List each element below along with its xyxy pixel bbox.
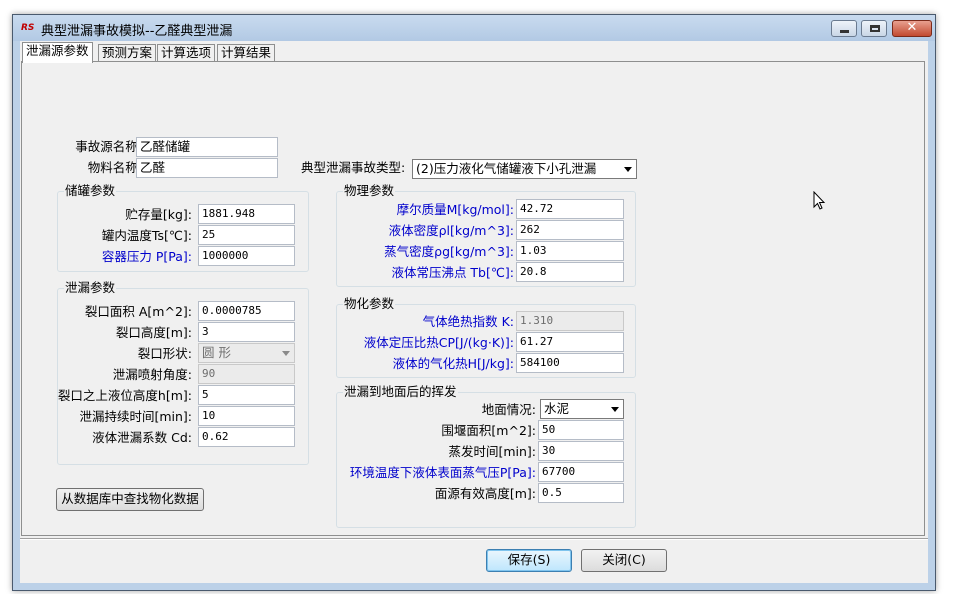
ground-type-label: 地面情况: xyxy=(481,402,536,417)
chevron-down-icon xyxy=(282,351,290,356)
liquid-density-label: 液体密度ρl[kg/m^3]: xyxy=(388,223,514,238)
heat-capacity-label: 液体定压比热CP[J/(kg·K)]: xyxy=(363,335,514,350)
adiabatic-index-label: 气体绝热指数 K: xyxy=(422,314,514,329)
ground-type-select[interactable]: 水泥 xyxy=(540,399,624,419)
breach-height-input[interactable]: 3 xyxy=(198,322,295,342)
leak-source-panel: 事故源名称: 乙醛储罐 物料名称: 乙醛 典型泄漏事故类型: (2)压力液化气储… xyxy=(21,61,925,536)
close-icon: ✕ xyxy=(906,20,918,35)
chevron-down-icon xyxy=(624,167,632,172)
tab-forecast-plan[interactable]: 预测方案 xyxy=(98,44,157,62)
vapor-pressure-label: 环境温度下液体表面蒸气压P[Pa]: xyxy=(349,465,536,480)
leak-coef-input[interactable]: 0.62 xyxy=(198,427,295,447)
material-name-label: 物料名称: xyxy=(87,160,142,175)
breach-area-label: 裂口面积 A[m^2]: xyxy=(84,304,192,319)
minimize-button[interactable] xyxy=(831,20,857,37)
vessel-pressure-label: 容器压力 P[Pa]: xyxy=(101,249,192,264)
material-name-input[interactable]: 乙醛 xyxy=(136,158,278,178)
liquid-level-label: 裂口之上液位高度h[m]: xyxy=(57,388,192,403)
ground-type-value: 水泥 xyxy=(544,401,570,416)
mouse-pointer-icon xyxy=(813,191,826,210)
source-name-label: 事故源名称: xyxy=(75,139,142,154)
window-title: 典型泄漏事故模拟--乙醛典型泄漏 xyxy=(41,24,233,39)
boiling-point-input[interactable]: 20.8 xyxy=(516,262,624,282)
close-button[interactable]: 关闭(C) xyxy=(581,549,667,572)
tab-calc-results[interactable]: 计算结果 xyxy=(217,44,276,62)
leak-type-label: 典型泄漏事故类型: xyxy=(301,160,406,175)
jet-angle-label: 泄漏喷射角度: xyxy=(112,367,192,382)
jet-angle-input: 90 xyxy=(198,364,295,384)
maximize-icon xyxy=(870,25,880,32)
heat-capacity-input[interactable]: 61.27 xyxy=(516,332,624,352)
source-height-label: 面源有效高度[m]: xyxy=(434,486,536,501)
client-area: 泄漏源参数 预测方案 计算选项 计算结果 事故源名称: 乙醛储罐 物料名称: 乙… xyxy=(20,41,928,583)
leak-duration-input[interactable]: 10 xyxy=(198,406,295,426)
title-bar[interactable]: RS 典型泄漏事故模拟--乙醛典型泄漏 ✕ xyxy=(13,15,935,41)
close-window-button[interactable]: ✕ xyxy=(892,20,932,37)
vaporization-heat-input[interactable]: 584100 xyxy=(516,353,624,373)
liquid-density-input[interactable]: 262 xyxy=(516,220,624,240)
vessel-pressure-input[interactable]: 1000000 xyxy=(198,246,295,266)
tab-leak-source-params[interactable]: 泄漏源参数 xyxy=(22,42,93,63)
molar-mass-input[interactable]: 42.72 xyxy=(516,199,624,219)
tank-temp-input[interactable]: 25 xyxy=(198,225,295,245)
tab-calc-options[interactable]: 计算选项 xyxy=(157,44,216,62)
tank-temp-label: 罐内温度Ts[℃]: xyxy=(101,228,192,243)
breach-shape-label: 裂口形状: xyxy=(137,346,192,361)
breach-shape-select: 圆 形 xyxy=(198,343,295,363)
leak-params-title: 泄漏参数 xyxy=(64,280,117,296)
leak-duration-label: 泄漏持续时间[min]: xyxy=(79,409,192,424)
evaporation-title: 泄漏到地面后的挥发 xyxy=(343,384,458,400)
vaporization-heat-label: 液体的气化热H[J/kg]: xyxy=(392,356,514,371)
liquid-level-input[interactable]: 5 xyxy=(198,385,295,405)
leak-coef-label: 液体泄漏系数 Cd: xyxy=(92,430,192,445)
vapor-density-label: 蒸气密度ρg[kg/m^3]: xyxy=(384,244,514,259)
breach-height-label: 裂口高度[m]: xyxy=(115,325,192,340)
dike-area-label: 围堰面积[m^2]: xyxy=(441,423,536,438)
chemical-params-title: 物化参数 xyxy=(343,296,396,312)
evap-time-label: 蒸发时间[min]: xyxy=(448,444,536,459)
footer-separator xyxy=(20,538,928,540)
storage-input[interactable]: 1881.948 xyxy=(198,204,295,224)
leak-type-value: (2)压力液化气储罐液下小孔泄漏 xyxy=(416,161,597,176)
tank-params-title: 储罐参数 xyxy=(64,183,117,199)
source-height-input[interactable]: 0.5 xyxy=(538,483,624,503)
leak-type-select[interactable]: (2)压力液化气储罐液下小孔泄漏 xyxy=(412,159,637,179)
maximize-button[interactable] xyxy=(861,20,887,37)
storage-label: 贮存量[kg]: xyxy=(125,207,192,222)
breach-shape-value: 圆 形 xyxy=(202,345,231,360)
adiabatic-index-input: 1.310 xyxy=(516,311,624,331)
minimize-icon xyxy=(840,30,849,33)
main-window: RS 典型泄漏事故模拟--乙醛典型泄漏 ✕ 泄漏源参数 预测方案 计算选项 计算… xyxy=(12,14,936,591)
save-button[interactable]: 保存(S) xyxy=(486,549,572,572)
chevron-down-icon xyxy=(611,407,619,412)
boiling-point-label: 液体常压沸点 Tb[℃]: xyxy=(391,265,514,280)
lookup-database-button[interactable]: 从数据库中查找物化数据 xyxy=(56,488,204,511)
physical-params-title: 物理参数 xyxy=(343,183,396,199)
vapor-pressure-input[interactable]: 67700 xyxy=(538,462,624,482)
evap-time-input[interactable]: 30 xyxy=(538,441,624,461)
molar-mass-label: 摩尔质量M[kg/mol]: xyxy=(396,202,514,217)
source-name-input[interactable]: 乙醛储罐 xyxy=(136,137,278,157)
breach-area-input[interactable]: 0.0000785 xyxy=(198,301,295,321)
app-logo-icon: RS xyxy=(21,23,35,33)
vapor-density-input[interactable]: 1.03 xyxy=(516,241,624,261)
dike-area-input[interactable]: 50 xyxy=(538,420,624,440)
